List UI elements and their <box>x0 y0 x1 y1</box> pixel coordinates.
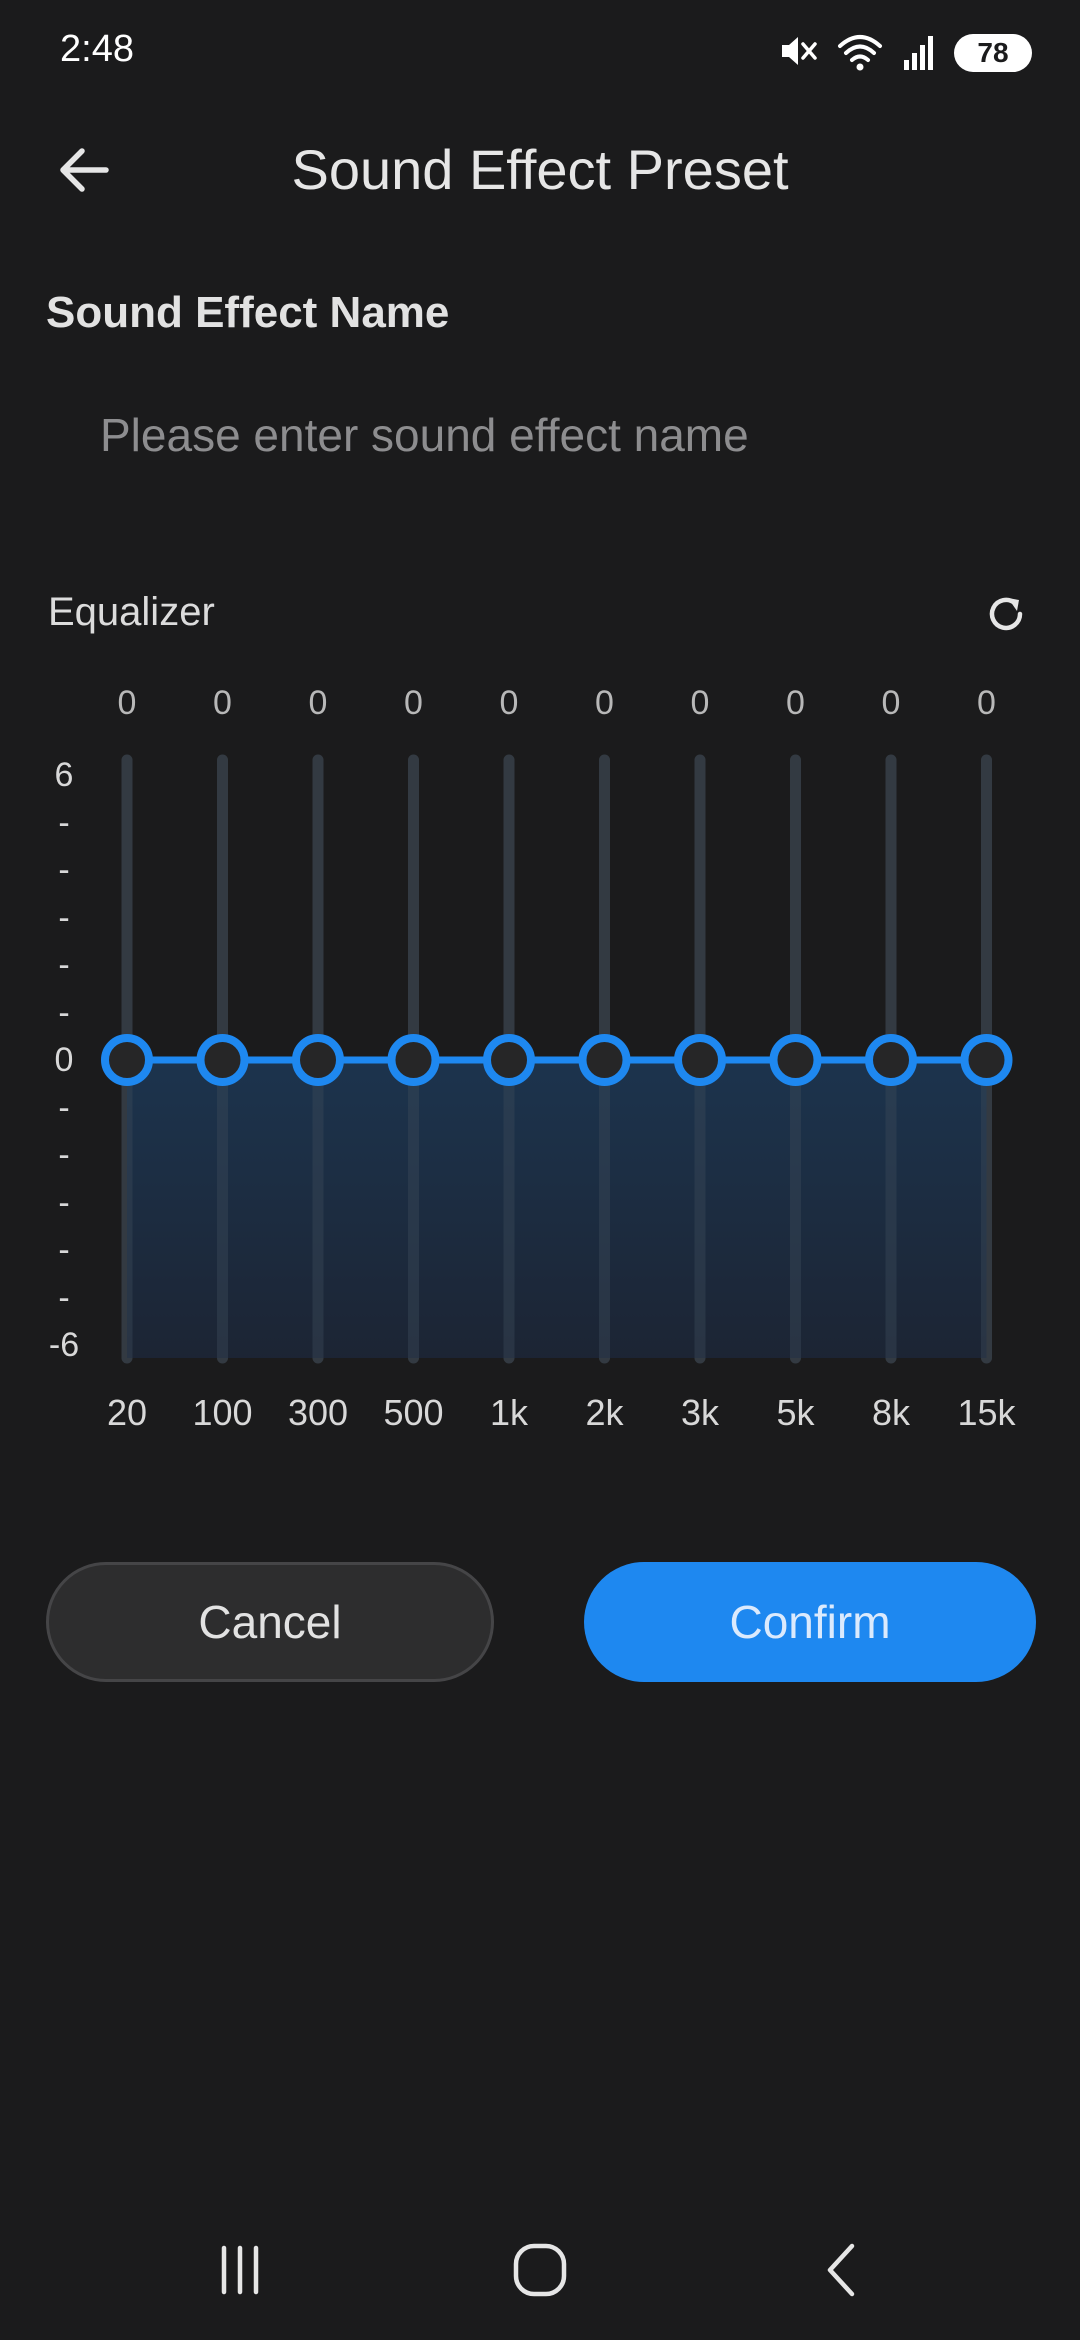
band-knob-20[interactable] <box>101 1034 153 1086</box>
home-button[interactable] <box>480 2230 600 2310</box>
band-value-300: 0 <box>308 684 328 722</box>
band-knob-100[interactable] <box>196 1034 249 1086</box>
band-value-20: 0 <box>117 684 137 722</box>
frequency-label-1k: 1k <box>489 1392 529 1433</box>
eq-fill-area <box>127 1060 987 1358</box>
y-axis-tick: - <box>58 1136 70 1174</box>
band-knob-1k[interactable] <box>483 1034 535 1086</box>
band-knob-300[interactable] <box>292 1034 344 1086</box>
band-knob-2k[interactable] <box>578 1034 631 1086</box>
frequency-label-15k: 15k <box>957 1392 1016 1433</box>
y-axis-tick: - <box>58 1278 70 1317</box>
band-knob-500[interactable] <box>387 1034 440 1086</box>
y-axis-tick: 6 <box>54 756 74 794</box>
band-value-100: 0 <box>213 684 232 722</box>
y-axis-tick: - <box>58 1231 70 1269</box>
equalizer-graph <box>101 754 1013 1364</box>
y-axis-tick: - <box>58 993 70 1032</box>
frequency-label-3k: 3k <box>680 1392 720 1433</box>
band-value-5k: 0 <box>786 684 805 722</box>
band-value-500: 0 <box>404 684 423 722</box>
cancel-button[interactable]: Cancel <box>46 1562 494 1682</box>
home-icon <box>513 2243 567 2297</box>
band-knob-15k[interactable] <box>960 1034 1013 1086</box>
band-value-8k: 0 <box>881 684 901 722</box>
frequency-label-100: 100 <box>192 1392 253 1433</box>
band-value-15k: 0 <box>977 684 996 722</box>
recent-apps-icon <box>221 2245 259 2295</box>
y-axis-tick: - <box>58 946 70 984</box>
frequency-label-5k: 5k <box>776 1392 815 1433</box>
band-value-3k: 0 <box>690 684 710 722</box>
recent-apps-button[interactable] <box>180 2230 300 2310</box>
nav-back-button[interactable] <box>784 2230 904 2310</box>
y-axis-tick: - <box>58 898 70 937</box>
band-knob-5k[interactable] <box>769 1034 822 1086</box>
band-value-2k: 0 <box>595 684 614 722</box>
y-axis-tick: - <box>58 1088 70 1127</box>
back-icon <box>827 2243 855 2297</box>
frequency-label-8k: 8k <box>871 1392 911 1433</box>
band-knob-3k[interactable] <box>674 1034 726 1086</box>
frequency-label-500: 500 <box>383 1392 444 1433</box>
y-axis-tick: - <box>58 851 70 889</box>
y-axis-tick: 0 <box>54 1041 74 1079</box>
frequency-label-20: 20 <box>106 1392 148 1433</box>
y-axis-tick: - <box>58 803 70 842</box>
frequency-label-300: 300 <box>287 1392 349 1433</box>
frequency-label-2k: 2k <box>585 1392 624 1433</box>
y-axis-tick: -6 <box>48 1326 80 1364</box>
confirm-button[interactable]: Confirm <box>584 1562 1036 1682</box>
y-axis-tick: - <box>58 1183 70 1222</box>
band-value-1k: 0 <box>499 684 519 722</box>
band-knob-8k[interactable] <box>865 1034 917 1086</box>
